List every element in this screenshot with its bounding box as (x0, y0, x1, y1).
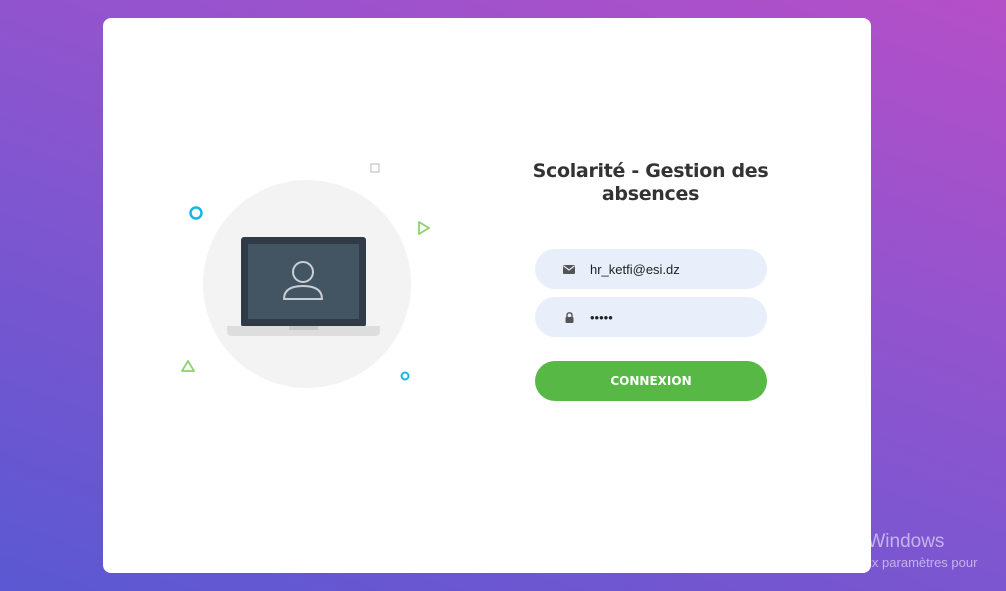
decor-ring-large-icon (189, 206, 203, 220)
login-illustration (181, 163, 430, 388)
decor-play-triangle-icon (418, 221, 430, 235)
page-title: Scolarité - Gestion des absences (532, 160, 769, 205)
connexion-button[interactable]: CONNEXION (535, 361, 767, 401)
decor-triangle-icon (181, 360, 195, 372)
decor-square-icon (370, 163, 380, 173)
login-card: Scolarité - Gestion des absences CONNEXI… (103, 18, 871, 573)
windows-activation-watermark: Activer Windows Accédez aux paramètres p… (804, 530, 977, 572)
decor-ring-small-icon (400, 371, 410, 381)
password-field[interactable] (535, 297, 767, 337)
laptop-user-icon (227, 237, 380, 336)
lock-icon (561, 309, 577, 325)
password-input[interactable] (590, 297, 755, 337)
email-field[interactable] (535, 249, 767, 289)
envelope-icon (561, 261, 577, 277)
email-input[interactable] (590, 249, 755, 289)
watermark-subtitle: Accédez aux paramètres pour (804, 555, 978, 570)
watermark-title: Activer Windows (804, 531, 945, 552)
